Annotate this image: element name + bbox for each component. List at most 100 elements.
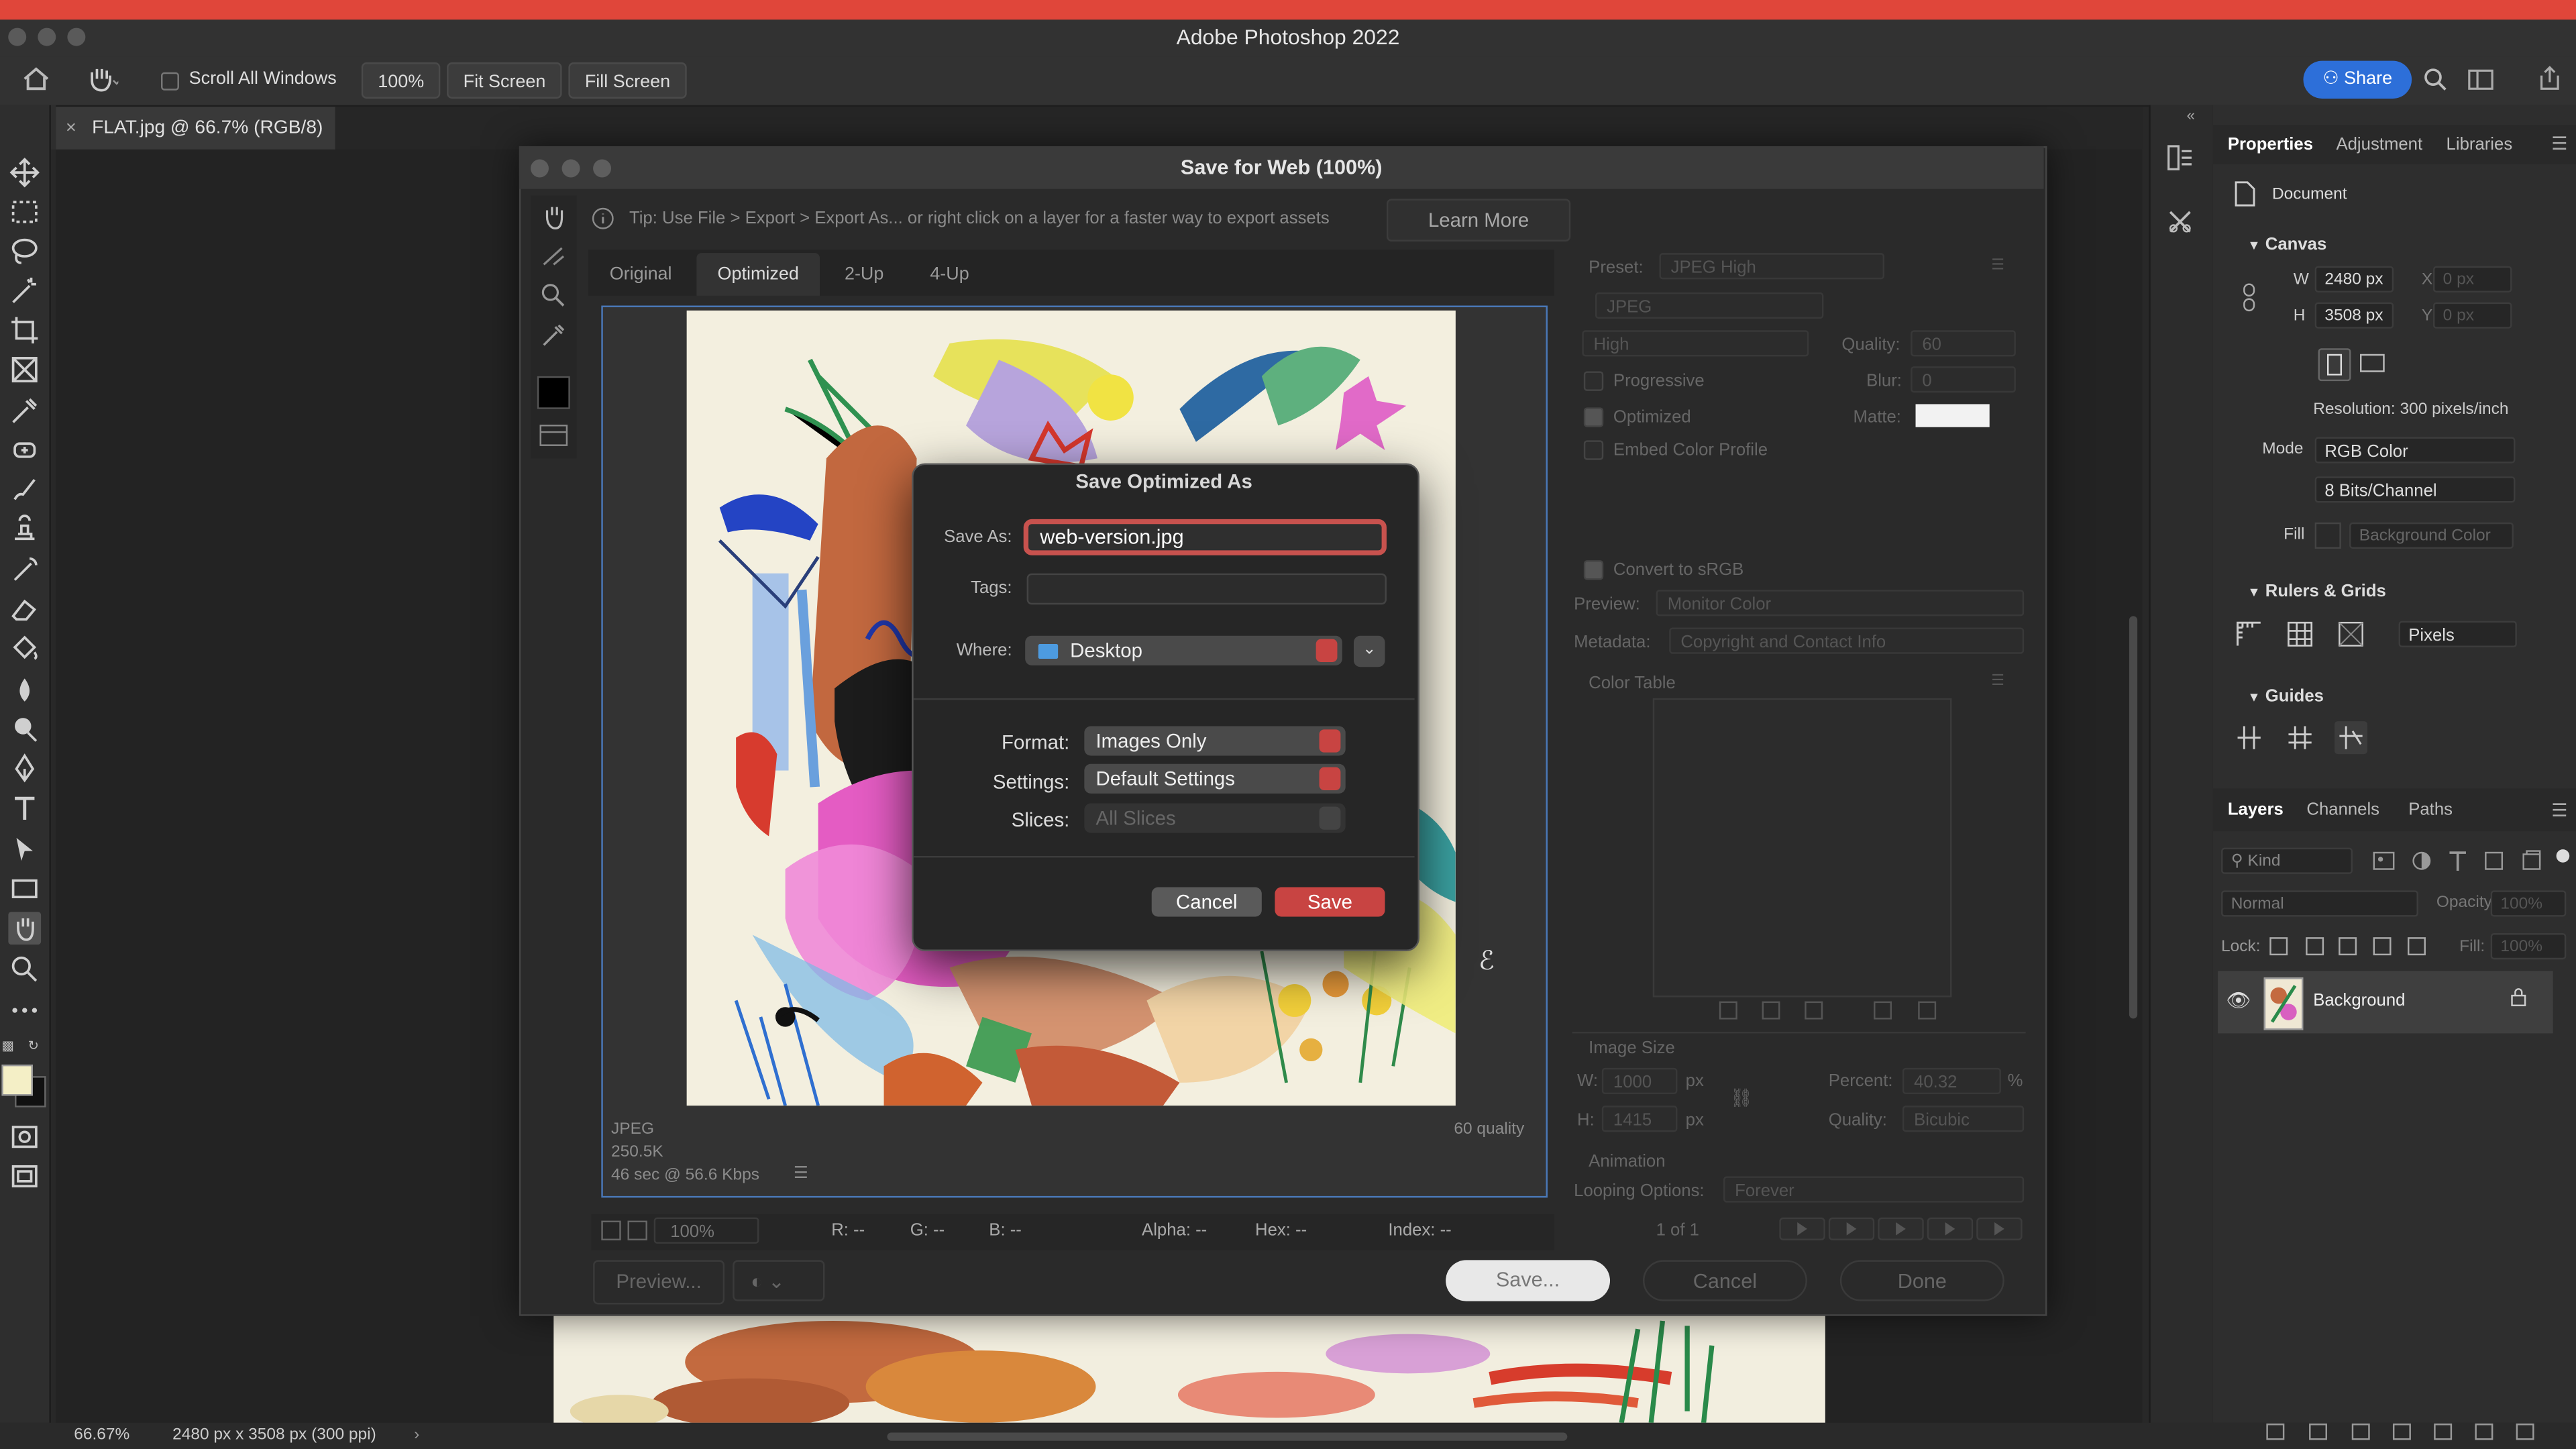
horizontal-scrollbar[interactable] <box>887 1432 1568 1441</box>
where-select[interactable]: Desktop <box>1025 635 1342 665</box>
default-colors-icon[interactable]: ▩ <box>1 1038 14 1053</box>
optimized-checkbox[interactable] <box>1583 407 1604 427</box>
link-layers-icon[interactable] <box>2264 1419 2287 1442</box>
tab-4-up[interactable]: 4-Up <box>914 253 986 296</box>
clear-guides-icon[interactable] <box>2334 721 2368 755</box>
hand-tool-icon[interactable] <box>85 66 119 92</box>
dialog-minimize-button[interactable] <box>561 159 580 178</box>
home-icon[interactable] <box>21 66 51 92</box>
sfw-eyedropper-icon[interactable] <box>541 322 567 348</box>
fill-select[interactable]: Background Color <box>2349 522 2514 549</box>
bits-select[interactable]: 8 Bits/Channel <box>2314 476 2516 503</box>
brush-tool-icon[interactable] <box>8 473 41 506</box>
matte-swatch[interactable] <box>1915 404 1990 427</box>
close-window-button[interactable] <box>8 28 27 46</box>
healing-brush-tool-icon[interactable] <box>8 434 41 467</box>
new-layer-icon[interactable] <box>2473 1419 2496 1442</box>
tab-optimized[interactable]: Optimized <box>696 253 820 296</box>
compression-select[interactable]: High <box>1582 330 1809 357</box>
zoom-tool-icon[interactable] <box>8 953 41 985</box>
history-brush-tool-icon[interactable] <box>8 553 41 586</box>
scroll-all-windows-checkbox[interactable] <box>161 72 179 91</box>
fill-opacity-field[interactable]: 100% <box>2490 933 2567 960</box>
tags-input[interactable] <box>1026 573 1387 605</box>
next-frame-button[interactable] <box>1927 1217 1974 1240</box>
lock-image-icon[interactable] <box>2303 934 2326 957</box>
preview-menu-icon[interactable]: ☰ <box>794 1165 808 1183</box>
status-zoom[interactable]: 66.67% <box>74 1423 129 1449</box>
map-transparent-icon[interactable] <box>1719 1000 1738 1020</box>
looping-select[interactable]: Forever <box>1723 1176 2025 1203</box>
canvas-width-field[interactable]: 2480 px <box>2314 266 2394 292</box>
share-button[interactable]: ⚇ Share <box>2303 60 2412 99</box>
cancel-button[interactable]: Cancel <box>1643 1260 1807 1301</box>
quality-field[interactable]: 60 <box>1911 330 2016 357</box>
mode-select[interactable]: RGB Color <box>2314 437 2516 464</box>
search-icon[interactable] <box>2423 67 2448 92</box>
opacity-field[interactable]: 100% <box>2490 890 2567 917</box>
collapse-panels-icon[interactable]: « <box>2187 107 2195 123</box>
dialog-zoom-button[interactable] <box>593 159 612 178</box>
eyedropper-tool-icon[interactable] <box>8 394 41 427</box>
zoom-100-button[interactable]: 100% <box>361 62 441 99</box>
dialog-close-button[interactable] <box>531 159 549 178</box>
units-select[interactable]: Pixels <box>2398 621 2517 647</box>
sfw-slice-select-icon[interactable] <box>541 245 567 268</box>
delete-color-icon[interactable] <box>1917 1000 1937 1020</box>
zoom-out-icon[interactable] <box>601 1220 621 1240</box>
pen-tool-icon[interactable] <box>8 753 41 786</box>
new-group-icon[interactable] <box>2432 1419 2455 1442</box>
dialog-cancel-button[interactable]: Cancel <box>1151 887 1262 917</box>
filter-adjustment-icon[interactable] <box>2408 848 2434 874</box>
format-select-dialog[interactable]: Images Only <box>1084 726 1346 756</box>
convert-srgb-checkbox[interactable] <box>1583 560 1604 580</box>
minimize-window-button[interactable] <box>38 28 56 46</box>
screen-mode-icon[interactable] <box>8 1160 41 1193</box>
filter-type-icon[interactable] <box>2445 848 2471 874</box>
lock-artboard-icon[interactable] <box>2371 934 2394 957</box>
new-guide-icon[interactable] <box>2287 724 2313 751</box>
first-frame-button[interactable] <box>1779 1217 1825 1240</box>
adjustment-layer-icon[interactable] <box>2390 1419 2413 1442</box>
sfw-hand-tool-icon[interactable] <box>541 204 567 230</box>
layer-kind-filter[interactable]: ⚲ Kind <box>2221 847 2353 874</box>
preview-button[interactable]: Preview... <box>593 1260 725 1305</box>
panel-menu-icon[interactable]: ☰ <box>2551 133 2567 154</box>
done-button[interactable]: Done <box>1839 1260 2004 1301</box>
width-field[interactable]: 1000 <box>1601 1067 1678 1095</box>
preview-select[interactable]: Monitor Color <box>1656 590 2025 616</box>
canvas-section-header[interactable]: ▼ Canvas <box>2247 235 2326 254</box>
sfw-toggle-slices-icon[interactable] <box>539 424 568 447</box>
progressive-checkbox[interactable] <box>1583 371 1604 391</box>
tools-presets-icon[interactable] <box>2167 209 2193 235</box>
guides-layout-icon[interactable] <box>2236 724 2262 751</box>
filter-smart-object-icon[interactable] <box>2518 848 2544 874</box>
hand-tool-icon[interactable] <box>8 912 42 945</box>
tab-paths[interactable]: Paths <box>2408 794 2453 826</box>
visibility-eye-icon[interactable]: 👁 <box>2226 989 2251 1012</box>
tab-adjustments[interactable]: Adjustment <box>2336 128 2422 161</box>
zoom-window-button[interactable] <box>67 28 86 46</box>
canvas-x-field[interactable]: 0 px <box>2432 266 2512 292</box>
constrain-proportions-icon[interactable]: ⛓ <box>1730 1087 1753 1109</box>
move-tool-icon[interactable] <box>8 156 41 189</box>
fill-swatch[interactable] <box>2314 522 2341 549</box>
magic-wand-tool-icon[interactable] <box>8 274 41 307</box>
portrait-orientation-icon[interactable] <box>2318 348 2351 382</box>
sfw-eyedropper-color-swatch[interactable] <box>537 376 570 409</box>
history-icon[interactable] <box>2167 145 2193 171</box>
grid-icon[interactable] <box>2287 621 2313 647</box>
blur-field[interactable]: 0 <box>1911 366 2016 393</box>
marquee-tool-icon[interactable] <box>8 195 41 228</box>
tab-properties[interactable]: Properties <box>2228 128 2313 161</box>
lock-transparent-icon[interactable] <box>2267 934 2290 957</box>
browser-select[interactable]: ◐ ⌄ <box>733 1260 825 1301</box>
quick-mask-icon[interactable] <box>8 1120 41 1153</box>
pixel-grid-icon[interactable] <box>2338 621 2364 647</box>
frame-tool-icon[interactable] <box>8 354 41 386</box>
tab-channels[interactable]: Channels <box>2306 794 2379 826</box>
color-table[interactable] <box>1652 698 1952 998</box>
height-field[interactable]: 1415 <box>1601 1106 1678 1132</box>
sfw-zoom-icon[interactable] <box>541 282 567 309</box>
save-as-input[interactable]: web-version.jpg <box>1023 519 1387 555</box>
